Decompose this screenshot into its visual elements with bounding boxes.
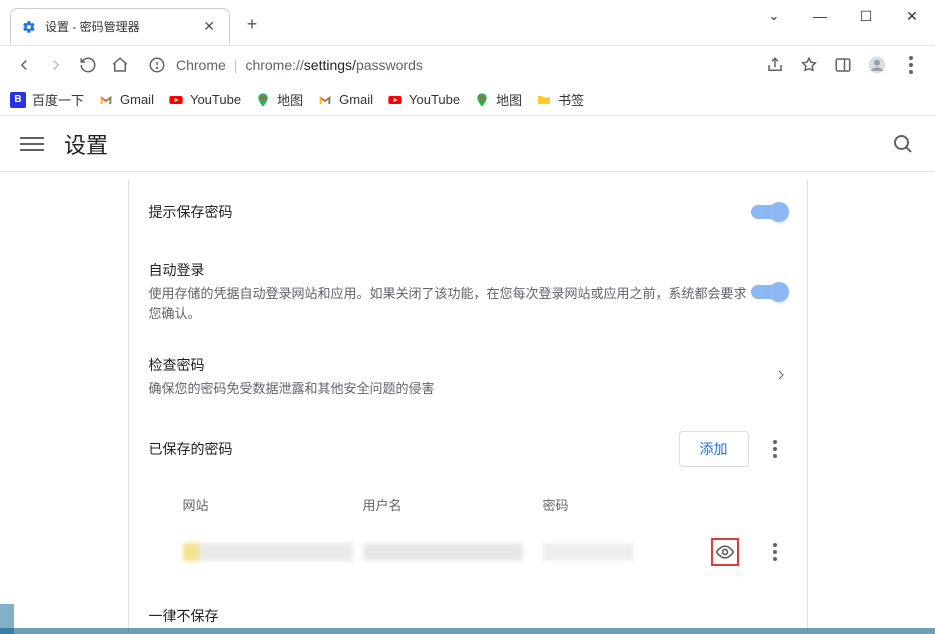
bookmark-item[interactable]: YouTube xyxy=(168,92,241,108)
settings-search-button[interactable] xyxy=(891,132,915,156)
gear-icon xyxy=(21,19,37,35)
setting-auto-login: 自动登录 使用存储的凭据自动登录网站和应用。如果关闭了该功能，在您每次登录网站或… xyxy=(129,244,807,339)
menu-button[interactable] xyxy=(20,132,44,156)
password-row[interactable] xyxy=(129,526,807,578)
profile-avatar-button[interactable] xyxy=(863,51,891,79)
baidu-icon: B xyxy=(10,92,26,108)
gmail-icon xyxy=(317,92,333,108)
window-controls: ⌄ — ☐ ✕ xyxy=(751,0,935,32)
url-scheme: Chrome xyxy=(176,57,226,73)
bookmark-item[interactable]: 地图 xyxy=(474,90,522,109)
password-row-menu-button[interactable] xyxy=(763,540,787,564)
bookmark-item[interactable]: Gmail xyxy=(98,92,154,108)
taskbar-sliver xyxy=(0,628,935,634)
window-maximize-button[interactable]: ☐ xyxy=(843,0,889,32)
window-minimize-button[interactable]: — xyxy=(797,0,843,32)
setting-check-passwords[interactable]: 检查密码 确保您的密码免受数据泄露和其他安全问题的侵害 xyxy=(129,339,807,415)
site-info-icon[interactable] xyxy=(148,56,166,74)
forward-button[interactable] xyxy=(42,51,70,79)
add-password-button[interactable]: 添加 xyxy=(679,431,749,467)
col-pass: 密码 xyxy=(543,495,787,514)
password-value-redacted xyxy=(543,543,633,561)
tabs-dropdown-button[interactable]: ⌄ xyxy=(751,0,797,32)
auto-login-toggle[interactable] xyxy=(751,285,787,299)
settings-scroll[interactable]: 提示保存密码 自动登录 使用存储的凭据自动登录网站和应用。如果关闭了该功能，在您… xyxy=(0,172,935,634)
youtube-icon xyxy=(387,92,403,108)
show-password-button[interactable] xyxy=(711,538,739,566)
window-close-button[interactable]: ✕ xyxy=(889,0,935,32)
window-titlebar: 设置 - 密码管理器 ✕ + ⌄ — ☐ ✕ xyxy=(0,0,935,46)
password-table-head: 网站 用户名 密码 xyxy=(129,483,807,526)
bookmark-item[interactable]: 书签 xyxy=(536,90,584,109)
chrome-menu-button[interactable] xyxy=(897,51,925,79)
maps-icon xyxy=(474,92,490,108)
bookmarks-bar: B百度一下 Gmail YouTube 地图 Gmail YouTube 地图 … xyxy=(0,84,935,116)
col-site: 网站 xyxy=(183,495,363,514)
new-tab-button[interactable]: + xyxy=(238,10,266,38)
url-text: chrome://settings/passwords xyxy=(245,57,422,73)
bookmark-item[interactable]: Gmail xyxy=(317,92,373,108)
settings-card: 提示保存密码 自动登录 使用存储的凭据自动登录网站和应用。如果关闭了该功能，在您… xyxy=(128,180,808,634)
saved-passwords-header: 已保存的密码 添加 xyxy=(129,415,807,483)
setting-save-passwords: 提示保存密码 xyxy=(129,180,807,244)
password-site-redacted xyxy=(183,543,353,561)
url-bar: Chrome | chrome://settings/passwords xyxy=(0,46,935,84)
gmail-icon xyxy=(98,92,114,108)
col-user: 用户名 xyxy=(363,495,543,514)
youtube-icon xyxy=(168,92,184,108)
saved-passwords-menu-button[interactable] xyxy=(763,437,787,461)
browser-tab[interactable]: 设置 - 密码管理器 ✕ xyxy=(10,8,230,44)
tab-close-button[interactable]: ✕ xyxy=(199,18,219,35)
chevron-right-icon xyxy=(775,368,787,386)
bookmark-item[interactable]: B百度一下 xyxy=(10,90,84,109)
page-title: 设置 xyxy=(64,128,108,160)
settings-appbar: 设置 xyxy=(0,116,935,172)
bookmark-item[interactable]: 地图 xyxy=(255,90,303,109)
bookmark-star-button[interactable] xyxy=(795,51,823,79)
bookmark-item[interactable]: YouTube xyxy=(387,92,460,108)
maps-icon xyxy=(255,92,271,108)
back-button[interactable] xyxy=(10,51,38,79)
omnibox[interactable]: Chrome | chrome://settings/passwords xyxy=(138,50,757,80)
taskbar-sliver-left xyxy=(0,604,14,634)
never-save-header: 一律不保存 xyxy=(129,578,807,634)
side-panel-button[interactable] xyxy=(829,51,857,79)
home-button[interactable] xyxy=(106,51,134,79)
password-user-redacted xyxy=(363,543,523,561)
tab-title: 设置 - 密码管理器 xyxy=(45,18,140,35)
save-passwords-toggle[interactable] xyxy=(751,205,787,219)
reload-button[interactable] xyxy=(74,51,102,79)
folder-icon xyxy=(536,92,552,108)
share-button[interactable] xyxy=(761,51,789,79)
